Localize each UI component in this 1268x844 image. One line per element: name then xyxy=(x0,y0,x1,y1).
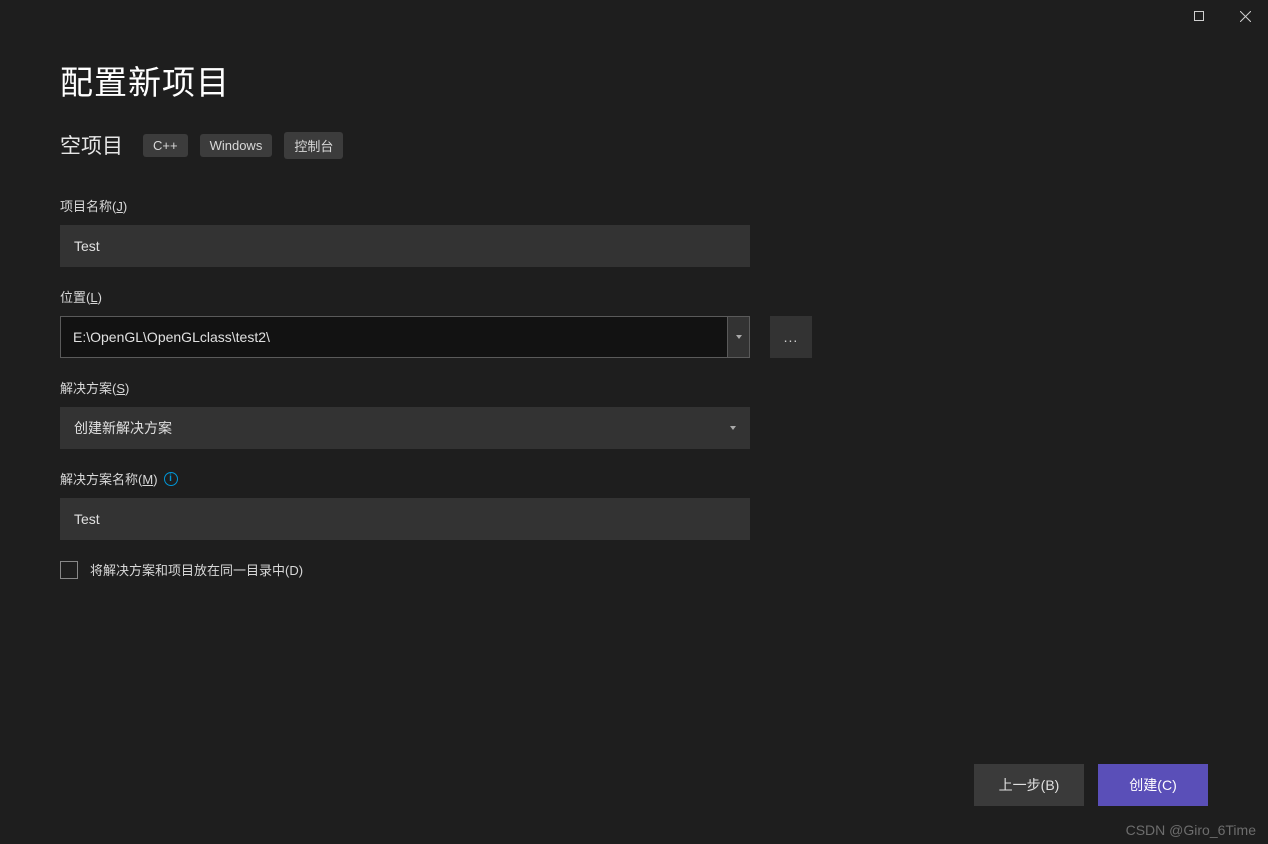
solution-group: 解决方案(S) 创建新解决方案 xyxy=(60,378,1208,449)
location-group: 位置(L) ... xyxy=(60,287,1208,358)
project-name-label: 项目名称(J) xyxy=(60,196,1208,215)
location-input[interactable] xyxy=(60,316,728,358)
solution-select[interactable]: 创建新解决方案 xyxy=(60,407,750,449)
template-tag-console: 控制台 xyxy=(284,132,343,159)
browse-button[interactable]: ... xyxy=(770,316,812,358)
dialog-content: 配置新项目 空项目 C++ Windows 控制台 项目名称(J) 位置(L) … xyxy=(0,32,1268,579)
location-label: 位置(L) xyxy=(60,287,1208,306)
solution-name-label: 解决方案名称(M) i xyxy=(60,469,1208,488)
solution-name-group: 解决方案名称(M) i xyxy=(60,469,1208,540)
page-title: 配置新项目 xyxy=(60,56,1208,104)
watermark: CSDN @Giro_6Time xyxy=(1126,822,1256,838)
project-name-group: 项目名称(J) xyxy=(60,196,1208,267)
template-tag-cpp: C++ xyxy=(143,134,188,157)
close-button[interactable] xyxy=(1222,0,1268,32)
project-name-input[interactable] xyxy=(60,225,750,267)
back-button[interactable]: 上一步(B) xyxy=(974,764,1084,806)
template-name: 空项目 xyxy=(60,130,123,160)
info-icon[interactable]: i xyxy=(164,472,178,486)
window-titlebar xyxy=(0,0,1268,32)
template-tag-windows: Windows xyxy=(200,134,273,157)
template-row: 空项目 C++ Windows 控制台 xyxy=(60,130,1208,160)
same-dir-checkbox[interactable] xyxy=(60,561,78,579)
solution-name-input[interactable] xyxy=(60,498,750,540)
create-button[interactable]: 创建(C) xyxy=(1098,764,1208,806)
same-dir-label: 将解决方案和项目放在同一目录中(D) xyxy=(90,560,303,579)
location-dropdown-button[interactable] xyxy=(728,316,750,358)
dialog-footer: 上一步(B) 创建(C) xyxy=(974,764,1208,806)
same-dir-row: 将解决方案和项目放在同一目录中(D) xyxy=(60,560,1208,579)
solution-select-value: 创建新解决方案 xyxy=(74,418,172,438)
maximize-button[interactable] xyxy=(1176,0,1222,32)
solution-label: 解决方案(S) xyxy=(60,378,1208,397)
